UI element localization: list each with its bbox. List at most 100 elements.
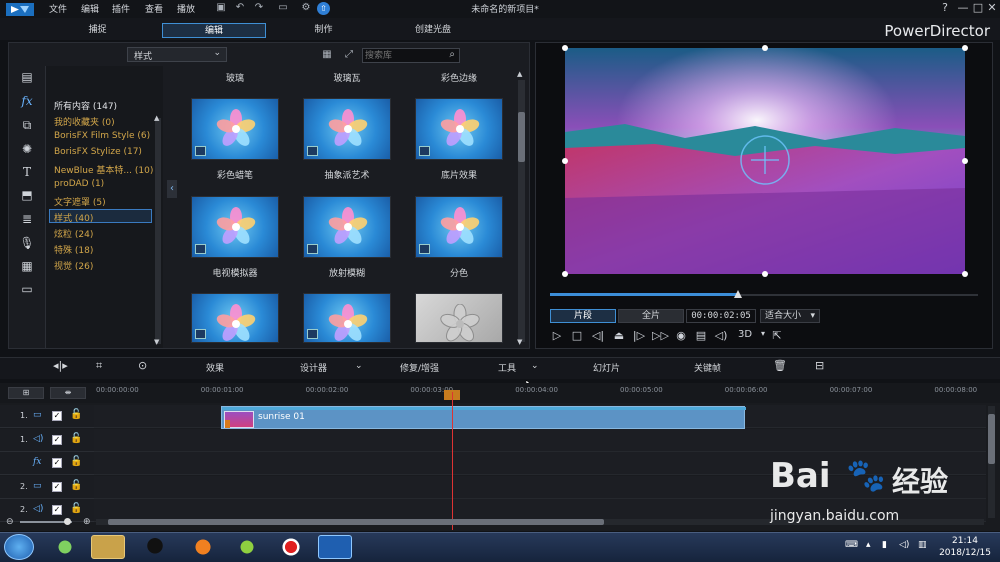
next-frame-icon[interactable]: |▷: [632, 329, 646, 343]
tools-button[interactable]: 工具: [498, 361, 516, 374]
collapse-panel-button[interactable]: ‹: [167, 180, 177, 198]
title-room-icon[interactable]: T: [18, 165, 36, 181]
effect-thumbnail[interactable]: [191, 196, 279, 258]
subtitle-icon[interactable]: ▤: [694, 329, 708, 343]
slideshow-button[interactable]: 幻灯片: [593, 361, 620, 374]
track-manager-icon[interactable]: ⊟: [815, 359, 824, 372]
library-search-box[interactable]: ⌕: [362, 48, 460, 63]
split-icon[interactable]: ⏏: [612, 329, 626, 343]
search-input[interactable]: [365, 50, 443, 62]
resize-handle[interactable]: [962, 45, 968, 51]
save-icon[interactable]: ▣: [214, 2, 228, 15]
zoom-in-icon[interactable]: ⊕: [83, 517, 91, 527]
audio-mixing-icon[interactable]: ≣: [18, 212, 36, 228]
network-icon[interactable]: ▥: [918, 540, 927, 550]
chevron-down-icon[interactable]: ⌄: [531, 361, 539, 371]
keyframe-button[interactable]: 关键帧: [694, 361, 721, 374]
fit-size-select[interactable]: 适合大小 ▾: [760, 309, 820, 323]
voiceover-icon[interactable]: 🎙: [18, 236, 36, 252]
chevron-down-icon[interactable]: ⌄: [355, 361, 363, 371]
undock-icon[interactable]: ⇱: [770, 329, 784, 343]
seek-handle[interactable]: [734, 290, 743, 298]
designer-button[interactable]: 设计器: [300, 361, 327, 374]
repair-enhance-button[interactable]: 修复/增强: [400, 361, 439, 374]
effect-thumbnail[interactable]: [303, 293, 391, 343]
category-item-selected[interactable]: 样式 (40): [54, 211, 93, 224]
fit-timeline-icon[interactable]: ◂|▸: [53, 359, 68, 372]
menu-view[interactable]: 查看: [145, 2, 163, 15]
taskbar-powerdirector-icon[interactable]: [318, 535, 352, 559]
taskbar-qq-icon[interactable]: [138, 535, 172, 559]
track-row[interactable]: [94, 428, 986, 452]
volume-icon[interactable]: ◁): [714, 329, 728, 343]
resize-handle[interactable]: [562, 45, 568, 51]
battery-icon[interactable]: ▮: [882, 540, 887, 550]
timeline-horizontal-thumb[interactable]: [108, 519, 604, 525]
lock-icon[interactable]: 🔓: [70, 456, 82, 467]
media-room-icon[interactable]: ▤: [18, 70, 36, 86]
resize-handle[interactable]: [562, 271, 568, 277]
clock-time[interactable]: 21:14: [935, 536, 995, 546]
menu-circle-icon[interactable]: ⊙: [138, 359, 147, 372]
track-enable-checkbox[interactable]: ✓: [52, 411, 62, 421]
track-enable-checkbox[interactable]: ✓: [52, 505, 62, 515]
taskbar-360-icon[interactable]: [48, 535, 82, 559]
movie-mode-button[interactable]: 全片: [618, 309, 684, 323]
library-category-dropdown[interactable]: 样式 ⌄: [127, 47, 227, 62]
category-item[interactable]: 特殊 (18): [54, 243, 93, 256]
category-scrollbar[interactable]: [155, 118, 161, 344]
resize-handle[interactable]: [762, 45, 768, 51]
help-button[interactable]: ?: [935, 1, 955, 17]
undo-icon[interactable]: ↶: [233, 2, 247, 15]
scroll-up-icon[interactable]: ▲: [154, 114, 159, 122]
snapshot-icon[interactable]: ◉: [674, 329, 688, 343]
resize-handle[interactable]: [762, 271, 768, 277]
category-item[interactable]: 文字遮罩 (5): [54, 195, 106, 208]
effect-thumbnail[interactable]: [191, 98, 279, 160]
track-enable-checkbox[interactable]: ✓: [52, 481, 62, 492]
scroll-down-icon[interactable]: ▼: [517, 338, 522, 346]
taskbar-firefox-icon[interactable]: [186, 535, 220, 559]
aspect-ratio-icon[interactable]: ▭: [272, 2, 294, 15]
3d-mode-button[interactable]: 3D: [734, 329, 756, 343]
effect-thumbnail[interactable]: [415, 196, 503, 258]
category-item[interactable]: 我的收藏夹 (0): [54, 115, 115, 128]
resize-handle[interactable]: [562, 158, 568, 164]
tab-create-disc[interactable]: 创建光盘: [398, 23, 468, 38]
gear-icon[interactable]: ⚙: [299, 2, 313, 15]
play-icon[interactable]: ▷: [550, 329, 564, 343]
scroll-down-icon[interactable]: ▼: [154, 338, 159, 346]
preview-viewer[interactable]: [565, 48, 965, 274]
category-item[interactable]: 炫粒 (24): [54, 227, 93, 240]
lock-icon[interactable]: 🔓: [70, 409, 82, 420]
tab-edit[interactable]: 编辑: [162, 23, 266, 38]
crop-icon[interactable]: ⌗: [96, 359, 102, 373]
lock-icon[interactable]: 🔓: [70, 480, 82, 491]
track-enable-checkbox[interactable]: ✓: [52, 434, 62, 445]
category-item[interactable]: BorisFX Film Style (6): [54, 131, 150, 141]
grid-view-icon[interactable]: ▦: [320, 49, 334, 62]
chevron-down-icon[interactable]: ▾: [756, 329, 770, 343]
storyboard-view-button[interactable]: ⇼: [50, 387, 86, 399]
stop-icon[interactable]: □: [570, 329, 584, 343]
menu-edit[interactable]: 编辑: [81, 2, 99, 15]
previous-frame-icon[interactable]: ◁|: [591, 329, 605, 343]
effect-thumbnail[interactable]: [303, 98, 391, 160]
taskbar-app-icon[interactable]: [230, 535, 264, 559]
start-button[interactable]: [4, 534, 34, 560]
trash-icon[interactable]: 🗑: [773, 359, 787, 372]
lock-icon[interactable]: 🔓: [70, 433, 82, 444]
library-scroll-thumb[interactable]: [518, 112, 525, 162]
lock-icon[interactable]: 🔓: [70, 503, 82, 514]
timecode-display[interactable]: 00:00:02:05: [686, 309, 756, 323]
pip-room-icon[interactable]: ⧉: [18, 118, 36, 134]
speaker-icon[interactable]: ◁): [899, 540, 909, 550]
keyboard-icon[interactable]: ⌨: [845, 540, 858, 550]
resize-handle[interactable]: [962, 271, 968, 277]
fast-forward-icon[interactable]: ▷▷: [652, 329, 669, 343]
fx-room-icon[interactable]: fx: [18, 94, 36, 110]
search-icon[interactable]: ⌕: [449, 49, 455, 60]
redo-icon[interactable]: ↷: [252, 2, 266, 15]
taskbar-explorer-icon[interactable]: [91, 535, 125, 559]
tab-capture[interactable]: 捕捉: [70, 23, 125, 38]
